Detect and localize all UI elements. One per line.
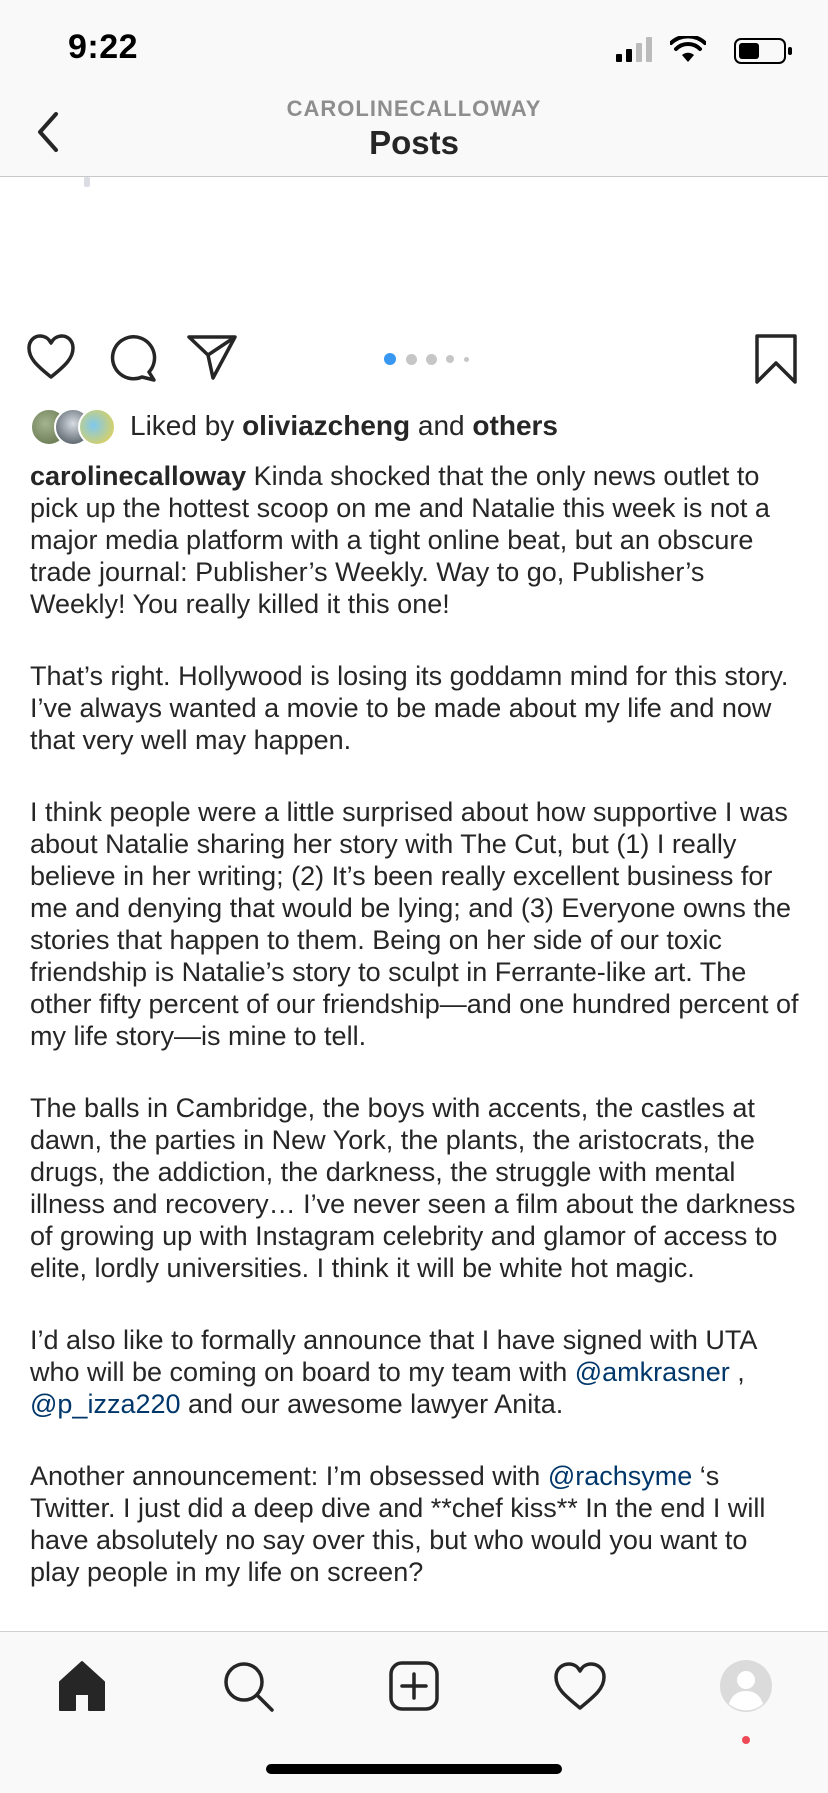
header-username: CAROLINECALLOWAY	[286, 96, 542, 121]
likes-prefix: Liked by	[130, 410, 235, 441]
caption-paragraph: carolinecalloway Kinda shocked that the …	[30, 460, 800, 620]
likes-others-link[interactable]: others	[472, 410, 558, 441]
activity-heart-icon[interactable]	[552, 1658, 608, 1714]
post-caption: carolinecalloway Kinda shocked that the …	[30, 460, 800, 1628]
status-time: 9:22	[68, 28, 139, 66]
home-indicator	[266, 1764, 562, 1774]
signal-icon	[616, 37, 652, 62]
notification-dot	[742, 1736, 750, 1744]
send-icon[interactable]	[186, 333, 238, 381]
home-icon[interactable]	[54, 1658, 110, 1714]
caption-paragraph: That’s right. Hollywood is losing its go…	[30, 661, 789, 755]
search-icon[interactable]	[220, 1658, 276, 1714]
likes-conjunction: and	[417, 410, 465, 441]
caption-username[interactable]: carolinecalloway	[30, 461, 246, 491]
heart-icon[interactable]	[26, 333, 76, 381]
post-image[interactable]	[0, 177, 828, 317]
caption-paragraph: The balls in Cambridge, the boys with ac…	[30, 1093, 796, 1283]
caption-paragraph: Another announcement: I’m obsessed with …	[30, 1460, 800, 1588]
liker-avatar	[78, 408, 116, 446]
comment-icon[interactable]	[108, 333, 158, 383]
caption-text: Another announcement: I’m obsessed with	[30, 1461, 548, 1491]
carousel-dot-active	[384, 353, 396, 365]
carousel-dot	[426, 354, 437, 365]
wifi-icon	[670, 36, 706, 62]
mention-link[interactable]: @rachsyme	[548, 1461, 692, 1491]
profile-avatar-icon[interactable]	[718, 1658, 774, 1714]
action-bar	[0, 325, 828, 395]
caption-text: and our awesome lawyer Anita.	[180, 1389, 564, 1419]
carousel-dot	[446, 355, 454, 363]
page-title: Posts	[369, 124, 459, 161]
caption-paragraph: I’d also like to formally announce that …	[30, 1324, 800, 1420]
status-bar: 9:22	[0, 0, 828, 90]
add-post-icon[interactable]	[386, 1658, 442, 1714]
nav-header: CAROLINECALLOWAY Posts	[0, 90, 828, 177]
likes-text: Liked by oliviazcheng and others	[130, 410, 558, 442]
likes-user-link[interactable]: oliviazcheng	[242, 410, 410, 441]
likes-row[interactable]: Liked by oliviazcheng and others	[30, 408, 810, 446]
caption-paragraph: I think people were a little surprised a…	[30, 797, 799, 1051]
image-fragment	[84, 177, 90, 187]
carousel-dot	[464, 357, 469, 362]
bookmark-icon[interactable]	[754, 333, 798, 385]
caption-text: ,	[729, 1357, 745, 1387]
carousel-dot	[406, 354, 417, 365]
mention-link[interactable]: @p_izza220	[30, 1389, 181, 1419]
mention-link[interactable]: @amkrasner	[575, 1357, 730, 1387]
battery-icon	[734, 38, 792, 64]
